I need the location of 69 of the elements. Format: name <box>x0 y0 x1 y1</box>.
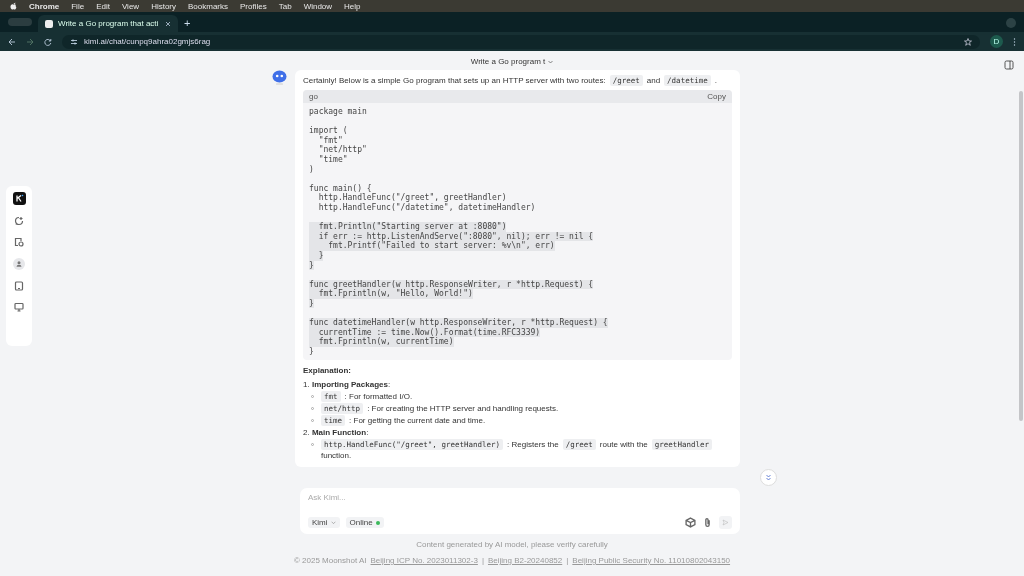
code-line: "net/http" <box>317 145 367 155</box>
code-line: ) <box>309 164 314 175</box>
caret-icon <box>330 520 336 525</box>
menu-item[interactable]: Chrome <box>29 1 60 11</box>
menu-item[interactable]: History <box>151 1 176 11</box>
menu-item[interactable]: View <box>121 1 140 11</box>
scrollbar-thumb[interactable] <box>1019 91 1023 421</box>
code-line: func main() { <box>309 183 372 194</box>
cube-icon[interactable] <box>685 517 696 528</box>
separator-text: | <box>566 556 569 565</box>
section-heading: 1. Importing Packages: <box>303 379 391 391</box>
code-line: http.HandleFunc("/datetime", datetimeHandler) <box>317 202 536 213</box>
address-bar[interactable]: kimi.ai/chat/cunpq9ahra02gmjs6rag <box>62 34 980 49</box>
code-line: "time" <box>317 154 348 165</box>
code-language: go <box>309 91 318 102</box>
site-settings-icon[interactable] <box>70 37 78 46</box>
menu-item[interactable]: Tab <box>278 1 292 11</box>
menu-item[interactable]: Edit <box>96 1 110 11</box>
copyright-text: © 2025 Moonshot AI <box>293 556 367 565</box>
menu-item[interactable]: Help <box>344 1 361 11</box>
text: : For creating the HTTP server and handling requests. <box>367 403 559 415</box>
text: and <box>646 75 661 86</box>
code-line: http.HandleFunc("/greet", greetHandler) <box>317 193 507 203</box>
chat-title[interactable]: Write a Go program t <box>470 57 546 66</box>
user-avatar-icon[interactable] <box>13 258 25 270</box>
apple-logo-icon[interactable] <box>10 2 17 10</box>
browser-tab[interactable]: Write a Go program that acti <box>38 15 178 32</box>
text: . <box>714 75 717 86</box>
kimi-logo-icon[interactable] <box>12 192 26 205</box>
text: : Registers the <box>507 439 559 451</box>
code-line: "fmt" <box>317 135 343 145</box>
copy-button[interactable]: Copy <box>707 91 726 102</box>
model-selector[interactable]: Kimi <box>308 517 340 528</box>
new-tab-button[interactable]: + <box>184 17 191 29</box>
monitor-icon[interactable] <box>14 302 24 312</box>
send-arrow-icon <box>722 519 729 526</box>
text: route with the <box>599 439 648 451</box>
explanation-heading: Explanation: <box>303 365 352 377</box>
online-toggle[interactable]: Online <box>345 517 384 528</box>
menu-item[interactable]: Bookmarks <box>188 1 229 11</box>
more-menu-icon[interactable] <box>1013 37 1016 46</box>
double-chevron-down-icon <box>765 474 772 481</box>
text: function. <box>321 450 352 462</box>
code-line: package main <box>309 107 367 117</box>
section-heading: 2. Main Function: <box>303 427 369 439</box>
code-line: } <box>309 346 314 357</box>
reload-icon[interactable] <box>44 37 52 46</box>
text: : For getting the current date and time. <box>349 415 486 427</box>
menu-item[interactable]: File <box>71 1 85 11</box>
text: Certainly! Below is a simple Go program that sets up an HTTP server with two routes: <box>303 75 606 86</box>
code-line: import ( <box>309 126 348 136</box>
close-icon[interactable] <box>165 20 171 27</box>
forward-arrow-icon[interactable] <box>26 37 34 46</box>
text: : For formatted I/O. <box>344 391 413 403</box>
sidebar-panel-icon[interactable] <box>1004 60 1014 70</box>
profile-avatar[interactable]: D <box>990 35 1003 48</box>
paperclip-icon[interactable] <box>702 517 713 528</box>
new-chat-icon[interactable] <box>14 216 24 226</box>
site-favicon-icon <box>45 19 53 28</box>
star-icon[interactable] <box>964 37 972 46</box>
menu-item[interactable]: Profiles <box>240 1 267 11</box>
bot-avatar-icon <box>272 70 287 85</box>
tablet-icon[interactable] <box>14 281 24 291</box>
back-arrow-icon[interactable] <box>8 37 16 46</box>
history-icon[interactable] <box>14 237 24 247</box>
message-input[interactable]: Ask Kimi... <box>308 493 732 502</box>
menu-item[interactable]: Window <box>303 1 333 11</box>
disclaimer-text: Content generated by AI model, please verify carefully <box>416 540 608 549</box>
separator-text: | <box>481 556 484 565</box>
